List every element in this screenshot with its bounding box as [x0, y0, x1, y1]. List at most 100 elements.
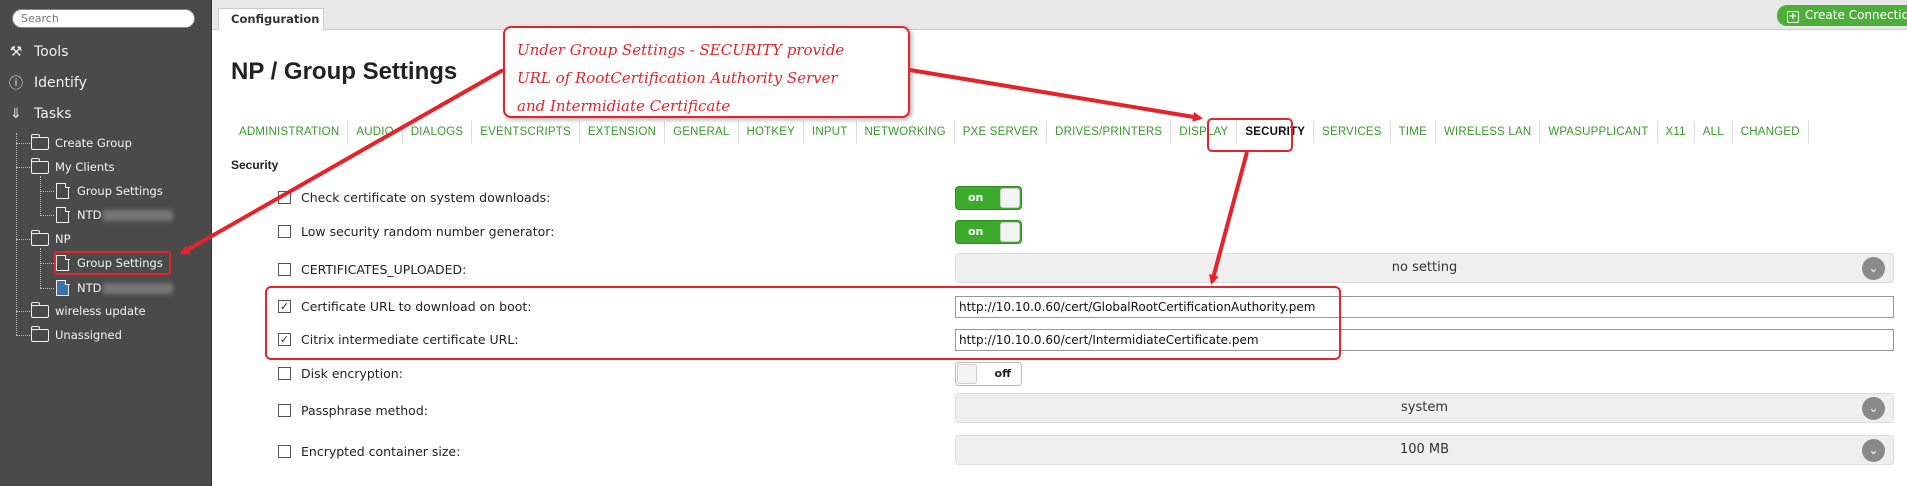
- tree-item-label: wireless update: [55, 304, 146, 318]
- tree-item-label: My Clients: [55, 160, 115, 174]
- container-size-checkbox[interactable]: [278, 445, 291, 458]
- chevron-double-down-icon: ⇓: [10, 106, 22, 122]
- toggle-knob: [1000, 188, 1020, 208]
- tab-extension[interactable]: EXTENSION: [580, 121, 666, 143]
- tree-item-label: Group Settings: [77, 184, 163, 198]
- container-size-label: Encrypted container size:: [301, 444, 461, 459]
- tree-item-ntd-2[interactable]: NTD: [56, 278, 174, 298]
- tab-configuration[interactable]: Configuration: [218, 8, 324, 30]
- tab-networking[interactable]: NETWORKING: [857, 121, 955, 143]
- annotation-line: Under Group Settings - SECURITY provide: [517, 41, 845, 59]
- certs-uploaded-label: CERTIFICATES_UPLOADED:: [301, 262, 467, 277]
- certs-uploaded-checkbox[interactable]: [278, 263, 291, 276]
- tree-line: [16, 133, 17, 335]
- tab-services[interactable]: SERVICES: [1314, 121, 1391, 143]
- toggle-knob: [1000, 222, 1020, 242]
- menu-item-label: Identify: [34, 75, 87, 91]
- tree-item-my-clients[interactable]: My Clients: [30, 157, 115, 177]
- passphrase-label: Passphrase method:: [301, 403, 428, 418]
- container-size-select[interactable]: 100 MB ⌄: [955, 435, 1894, 465]
- tab-hotkey[interactable]: HOTKEY: [739, 121, 805, 143]
- check-cert-checkbox[interactable]: [278, 191, 291, 204]
- menu-item-label: Tasks: [34, 106, 72, 122]
- tab-audio[interactable]: AUDIO: [348, 121, 403, 143]
- chevron-down-icon: ⌄: [1862, 257, 1885, 280]
- document-icon: [56, 279, 70, 296]
- tab-x11[interactable]: X11: [1658, 121, 1695, 143]
- tab-general[interactable]: GENERAL: [665, 121, 739, 143]
- tree-item-ntd[interactable]: NTD: [56, 205, 174, 225]
- search-input[interactable]: [12, 9, 195, 28]
- toggle-label: off: [994, 367, 1011, 380]
- toggle-label: on: [968, 191, 984, 204]
- tools-icon: ⚒: [9, 44, 23, 60]
- select-value: system: [1401, 400, 1448, 415]
- menu-item-tools[interactable]: ⚒ Tools: [6, 40, 69, 64]
- check-cert-toggle[interactable]: on: [955, 186, 1022, 210]
- tree-item-label: NTD: [77, 208, 102, 222]
- tree-line: [40, 288, 54, 289]
- tab-dialogs[interactable]: DIALOGS: [403, 121, 473, 143]
- low-sec-toggle[interactable]: on: [955, 220, 1022, 244]
- page-title: NP / Group Settings: [231, 58, 458, 85]
- tree-item-unassigned[interactable]: Unassigned: [30, 325, 122, 345]
- tree-line: [40, 191, 54, 192]
- disk-enc-checkbox[interactable]: [278, 367, 291, 380]
- menu-item-label: Tools: [34, 44, 69, 60]
- tree-line: [16, 239, 30, 240]
- tree-line: [16, 335, 30, 336]
- tab-changed[interactable]: CHANGED: [1733, 121, 1809, 143]
- create-connection-button[interactable]: + Create Connection: [1777, 5, 1907, 26]
- tab-wireless-lan[interactable]: WIRELESS LAN: [1436, 121, 1541, 143]
- highlight-box: [265, 286, 1341, 360]
- top-bar: [212, 0, 1907, 30]
- tab-pxe-server[interactable]: PXE SERVER: [955, 121, 1048, 143]
- disk-enc-toggle[interactable]: off: [955, 362, 1022, 386]
- tree-line: [16, 311, 30, 312]
- certs-uploaded-select[interactable]: no setting ⌄: [955, 253, 1894, 283]
- settings-tabs: ADMINISTRATION AUDIO DIALOGS EVENTSCRIPTS EX…: [231, 121, 1809, 143]
- folder-icon: [30, 133, 49, 150]
- tree-line: [16, 143, 30, 144]
- highlight-box: [1207, 118, 1293, 152]
- tab-input[interactable]: INPUT: [804, 121, 857, 143]
- passphrase-checkbox[interactable]: [278, 404, 291, 417]
- passphrase-select[interactable]: system ⌄: [955, 393, 1894, 423]
- tab-administration[interactable]: ADMINISTRATION: [231, 121, 349, 143]
- tab-drives-printers[interactable]: DRIVES/PRINTERS: [1047, 121, 1172, 143]
- menu-item-identify[interactable]: ⓘ Identify: [6, 71, 87, 95]
- toggle-label: on: [968, 225, 984, 238]
- tree-item-wireless-update[interactable]: wireless update: [30, 301, 146, 321]
- document-icon: [56, 206, 70, 223]
- disk-enc-label: Disk encryption:: [301, 366, 403, 381]
- section-title: Security: [231, 158, 279, 172]
- highlight-box: [54, 251, 171, 275]
- low-sec-checkbox[interactable]: [278, 225, 291, 238]
- tab-eventscripts[interactable]: EVENTSCRIPTS: [472, 121, 580, 143]
- tree-item-label: NTD: [77, 281, 102, 295]
- chevron-down-icon: ⌄: [1862, 397, 1885, 420]
- low-sec-label: Low security random number generator:: [301, 224, 555, 239]
- redacted-text: [103, 282, 174, 294]
- tree-line: [40, 176, 41, 216]
- tree-item-create-group[interactable]: Create Group: [30, 133, 132, 153]
- select-value: 100 MB: [1399, 442, 1450, 457]
- tab-wpasupplicant[interactable]: WPASUPPLICANT: [1540, 121, 1658, 143]
- tree-item-np[interactable]: NP: [30, 229, 71, 249]
- tree-line: [40, 215, 54, 216]
- select-value: no setting: [1391, 260, 1458, 275]
- tab-time[interactable]: TIME: [1391, 121, 1436, 143]
- redacted-text: [103, 209, 174, 221]
- chevron-down-icon: ⌄: [1862, 439, 1885, 462]
- menu-item-tasks[interactable]: ⇓ Tasks: [6, 102, 72, 126]
- annotation-callout: Under Group Settings - SECURITY provide …: [503, 26, 910, 118]
- folder-icon: [30, 229, 49, 246]
- sidebar: ⚒ Tools ⓘ Identify ⇓ Tasks Create Group …: [0, 0, 212, 486]
- tab-all[interactable]: ALL: [1695, 121, 1733, 143]
- annotation-line: and Intermidiate Certificate: [517, 97, 731, 115]
- tree-item-group-settings[interactable]: Group Settings: [56, 181, 163, 201]
- annotation-line: URL of RootCertification Authority Serve…: [517, 69, 838, 87]
- tree-line: [40, 248, 41, 288]
- create-connection-label: Create Connection: [1805, 8, 1907, 22]
- folder-icon: [30, 325, 49, 342]
